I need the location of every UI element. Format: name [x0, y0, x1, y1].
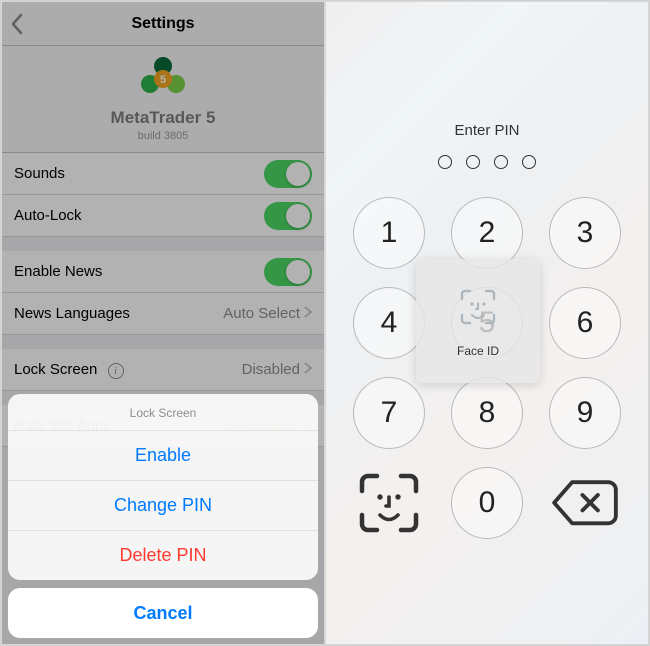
- change-pin-button[interactable]: Change PIN: [8, 480, 318, 530]
- row-autolock[interactable]: Auto-Lock: [2, 195, 324, 237]
- pin-dot: [466, 155, 480, 169]
- info-icon: i: [108, 363, 124, 379]
- row-label: Lock Screen i: [14, 361, 242, 379]
- lock-screen-action-sheet: Lock Screen Enable Change PIN Delete PIN…: [8, 394, 318, 638]
- faceid-label: Face ID: [457, 344, 499, 358]
- key-0[interactable]: 0: [451, 467, 523, 539]
- pin-dot: [494, 155, 508, 169]
- settings-screen: Settings 5 MetaTrader 5 build 3805 Sound…: [1, 1, 325, 645]
- backspace-icon: [549, 477, 621, 528]
- row-sounds[interactable]: Sounds: [2, 153, 324, 195]
- enable-news-toggle[interactable]: [264, 258, 312, 286]
- row-value: Disabled: [242, 361, 300, 378]
- svg-text:5: 5: [160, 74, 166, 86]
- nav-header: Settings: [2, 2, 324, 46]
- key-3[interactable]: 3: [549, 197, 621, 269]
- row-label: Sounds: [14, 165, 264, 182]
- back-button[interactable]: [10, 2, 24, 45]
- row-enable-news[interactable]: Enable News: [2, 251, 324, 293]
- sounds-toggle[interactable]: [264, 160, 312, 188]
- key-8[interactable]: 8: [451, 377, 523, 449]
- pin-title: Enter PIN: [454, 122, 519, 139]
- key-7[interactable]: 7: [353, 377, 425, 449]
- key-6[interactable]: 6: [549, 287, 621, 359]
- brand-block: 5 MetaTrader 5 build 3805: [2, 46, 324, 153]
- keypad: 1 2 3 4 5 6 7 8 9 0: [353, 197, 621, 539]
- backspace-key[interactable]: [549, 467, 621, 539]
- pin-dots: [438, 155, 536, 169]
- row-news-languages[interactable]: News Languages Auto Select: [2, 293, 324, 335]
- brand-build: build 3805: [2, 130, 324, 142]
- faceid-key[interactable]: [353, 467, 425, 539]
- page-title: Settings: [131, 15, 194, 33]
- delete-pin-button[interactable]: Delete PIN: [8, 530, 318, 580]
- row-label: Enable News: [14, 263, 264, 280]
- chevron-left-icon: [10, 13, 24, 35]
- row-lock-screen[interactable]: Lock Screen i Disabled: [2, 349, 324, 391]
- brand-name: MetaTrader 5: [2, 108, 324, 128]
- action-sheet-title: Lock Screen: [8, 394, 318, 430]
- pin-dot: [522, 155, 536, 169]
- cancel-group: Cancel: [8, 588, 318, 638]
- key-4[interactable]: 4: [353, 287, 425, 359]
- autolock-toggle[interactable]: [264, 202, 312, 230]
- action-sheet-group: Lock Screen Enable Change PIN Delete PIN: [8, 394, 318, 580]
- key-9[interactable]: 9: [549, 377, 621, 449]
- row-label: News Languages: [14, 305, 223, 322]
- pin-screen: Enter PIN 1 2 3 4 5 6 7 8 9 0: [325, 1, 649, 645]
- cancel-button[interactable]: Cancel: [8, 588, 318, 638]
- app-logo-icon: 5: [136, 52, 190, 106]
- key-1[interactable]: 1: [353, 197, 425, 269]
- pin-dot: [438, 155, 452, 169]
- chevron-right-icon: [304, 361, 312, 378]
- enable-button[interactable]: Enable: [8, 430, 318, 480]
- chevron-right-icon: [304, 305, 312, 322]
- row-value: Auto Select: [223, 305, 300, 322]
- faceid-icon: [353, 467, 425, 539]
- faceid-overlay: Face ID: [416, 259, 540, 383]
- row-label: Auto-Lock: [14, 207, 264, 224]
- faceid-icon: [456, 285, 500, 334]
